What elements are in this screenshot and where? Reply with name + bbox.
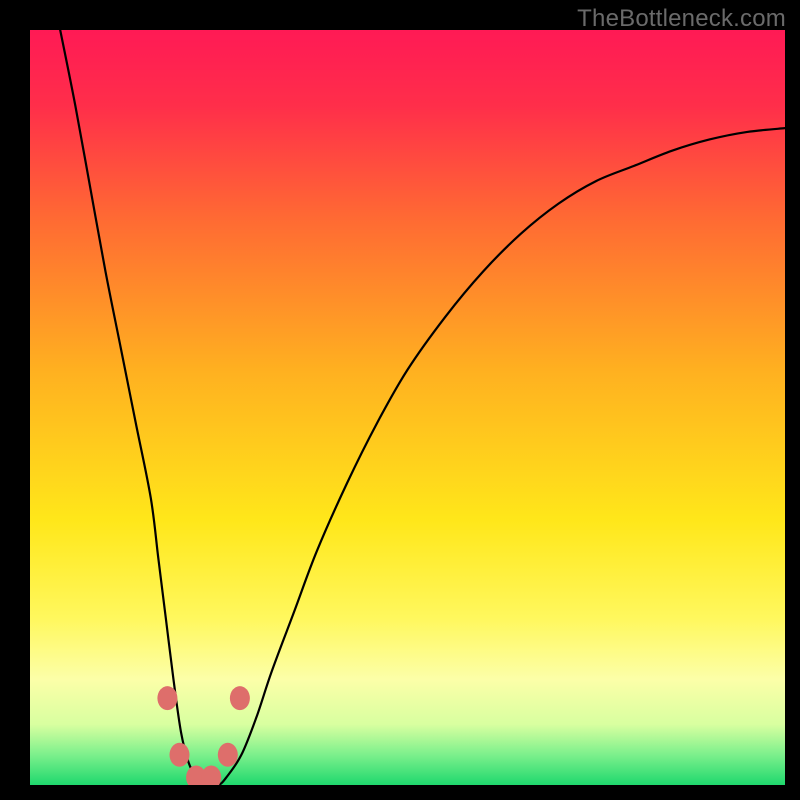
chart-frame — [30, 30, 785, 785]
chart-svg — [30, 30, 785, 785]
curve-marker — [230, 686, 250, 710]
curve-marker — [157, 686, 177, 710]
watermark-text: TheBottleneck.com — [577, 5, 786, 33]
curve-marker — [218, 743, 238, 767]
chart-background — [30, 30, 785, 785]
curve-marker — [169, 743, 189, 767]
